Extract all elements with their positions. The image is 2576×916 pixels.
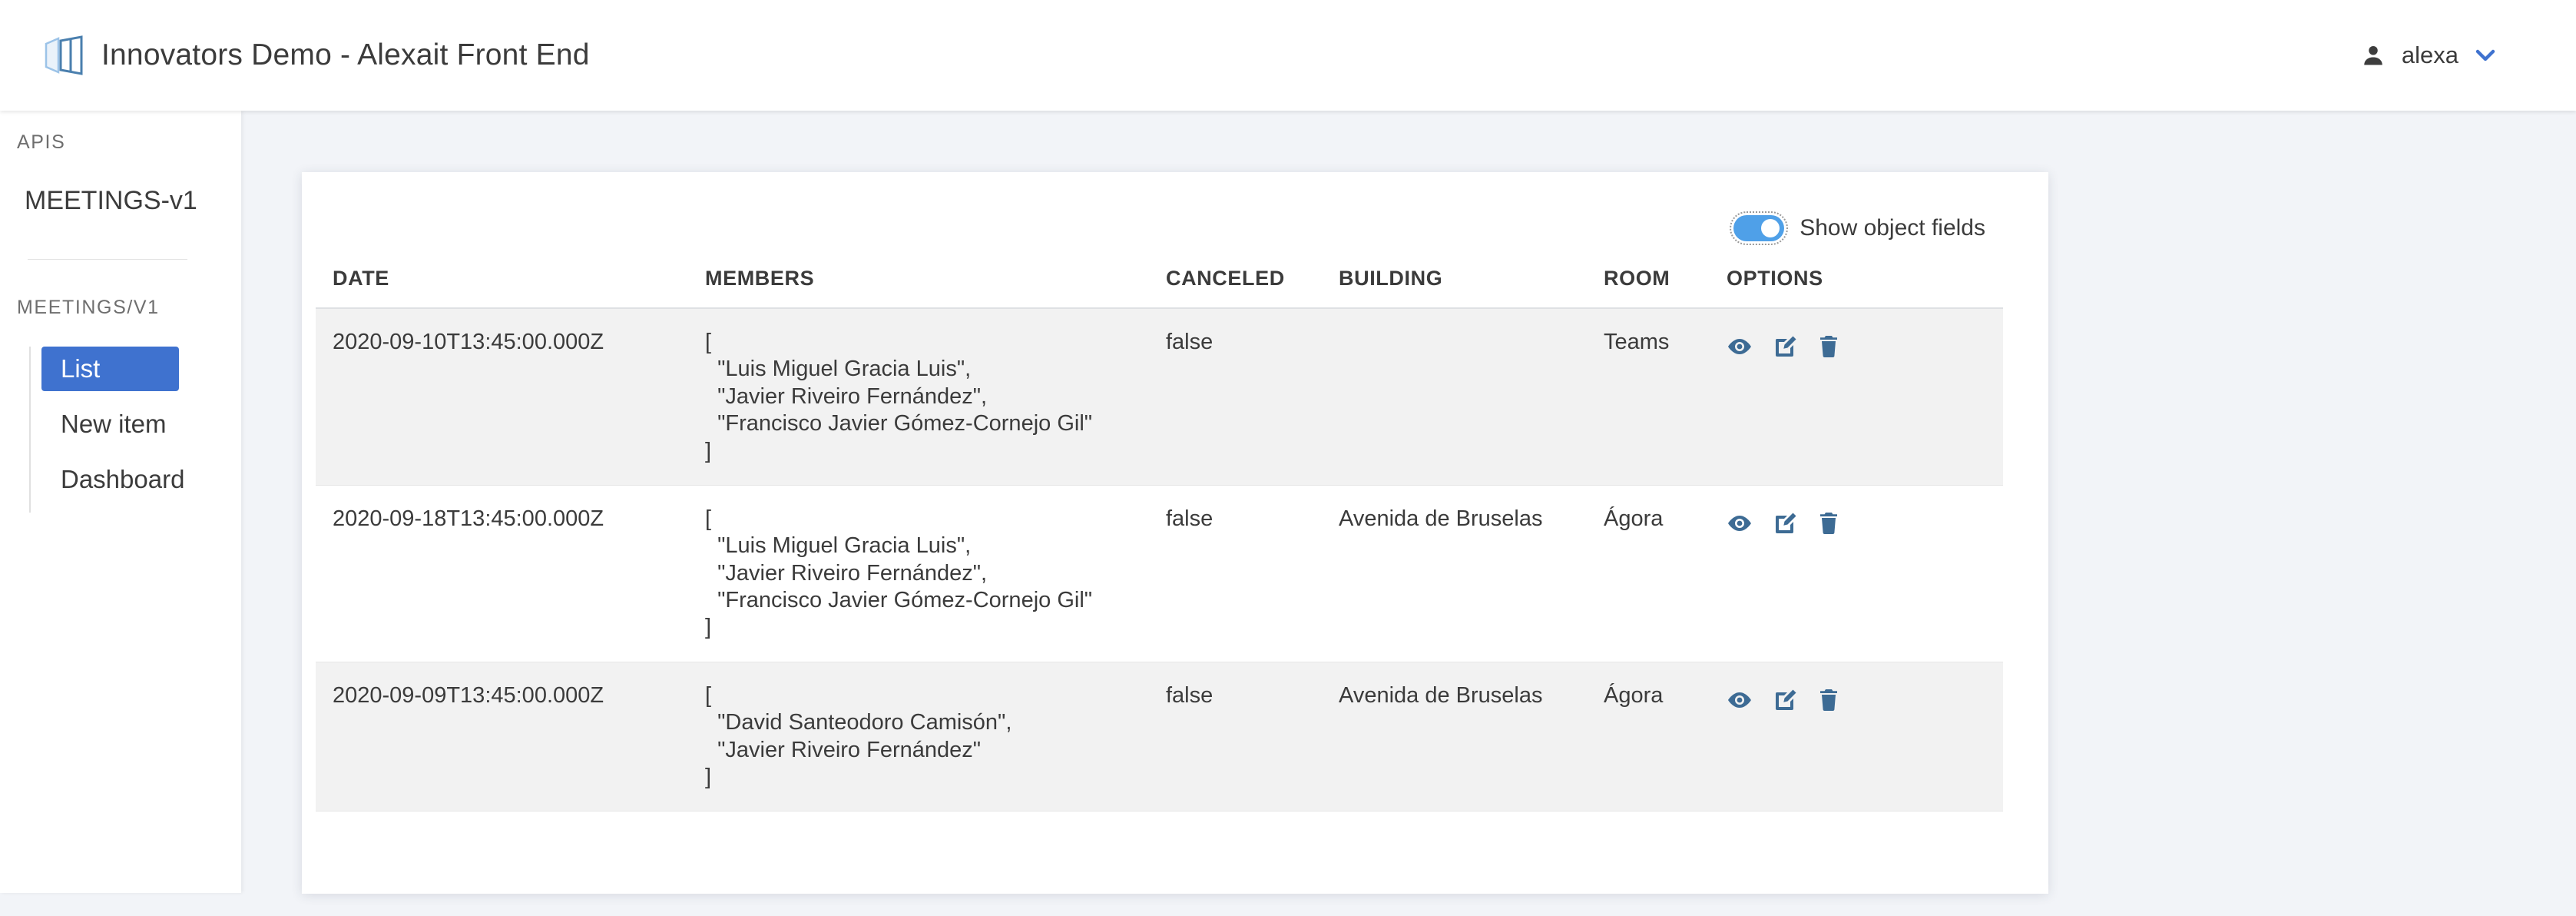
trash-icon (1820, 689, 1837, 711)
chevron-down-icon[interactable] (2475, 48, 2495, 62)
table-row: 2020-09-18T13:45:00.000Z [ "Luis Miguel … (316, 485, 2003, 662)
cell-building: Avenida de Bruselas (1339, 662, 1604, 812)
cell-building: Avenida de Bruselas (1339, 485, 1604, 662)
list-card: Show object fields DATE MEMBERS CANCELED… (302, 172, 2048, 894)
cell-members: [ "Luis Miguel Gracia Luis", "Javier Riv… (705, 485, 1166, 662)
cell-room: Ágora (1604, 662, 1727, 812)
show-object-fields-toggle[interactable] (1730, 211, 1789, 245)
view-button[interactable] (1727, 337, 1753, 356)
cell-options (1727, 662, 2003, 812)
view-button[interactable] (1727, 514, 1753, 533)
members-json: [ "Luis Miguel Gracia Luis", "Javier Riv… (705, 506, 1093, 640)
cell-date: 2020-09-10T13:45:00.000Z (316, 308, 705, 486)
table-row: 2020-09-10T13:45:00.000Z [ "Luis Miguel … (316, 308, 2003, 486)
column-header-options: OPTIONS (1727, 267, 2003, 309)
sidebar-item-new-item[interactable]: New item (41, 402, 167, 446)
meetings-table: DATE MEMBERS CANCELED BUILDING ROOM OPTI… (316, 267, 2003, 812)
eye-icon (1728, 339, 1751, 354)
table-header-row: DATE MEMBERS CANCELED BUILDING ROOM OPTI… (316, 267, 2003, 309)
edit-pencil-icon (1775, 513, 1796, 533)
column-header-members[interactable]: MEMBERS (705, 267, 1166, 309)
column-header-canceled[interactable]: CANCELED (1166, 267, 1339, 309)
sidebar-section-apis-label: APIS (17, 131, 66, 153)
cell-options (1727, 485, 2003, 662)
edit-button[interactable] (1774, 335, 1797, 358)
sidebar: APIS MEETINGS-v1 MEETINGS/V1 List New it… (0, 111, 241, 893)
eye-icon (1728, 692, 1751, 708)
delete-button[interactable] (1819, 689, 1839, 712)
main-content: Show object fields DATE MEMBERS CANCELED… (241, 111, 2576, 916)
user-name: alexa (2401, 41, 2458, 68)
toggle-knob (1761, 219, 1780, 237)
row-actions (1727, 506, 1995, 535)
sidebar-item-dashboard[interactable]: Dashboard (41, 457, 184, 502)
app-header: Innovators Demo - Alexait Front End alex… (0, 0, 2576, 111)
cell-options (1727, 308, 2003, 486)
cell-canceled: false (1166, 485, 1339, 662)
table-body: 2020-09-10T13:45:00.000Z [ "Luis Miguel … (316, 308, 2003, 812)
sidebar-item-list[interactable]: List (41, 347, 179, 391)
trash-icon (1820, 336, 1837, 358)
cell-date: 2020-09-09T13:45:00.000Z (316, 662, 705, 812)
cell-room: Ágora (1604, 485, 1727, 662)
brand: Innovators Demo - Alexait Front End (0, 35, 590, 76)
cell-room: Teams (1604, 308, 1727, 486)
members-json: [ "David Santeodoro Camisón", "Javier Ri… (705, 682, 1012, 789)
cell-building (1339, 308, 1604, 486)
person-icon (2362, 44, 2385, 67)
table-row: 2020-09-09T13:45:00.000Z [ "David Santeo… (316, 662, 2003, 812)
delete-button[interactable] (1819, 512, 1839, 535)
members-json: [ "Luis Miguel Gracia Luis", "Javier Riv… (705, 330, 1093, 463)
user-menu[interactable]: alexa (2362, 41, 2576, 69)
delete-button[interactable] (1819, 335, 1839, 358)
row-actions (1727, 329, 1995, 358)
column-header-room[interactable]: ROOM (1604, 267, 1727, 309)
table-head: DATE MEMBERS CANCELED BUILDING ROOM OPTI… (316, 267, 2003, 309)
sidebar-item-meetings-v1[interactable]: MEETINGS-v1 (0, 186, 241, 216)
show-object-fields-label: Show object fields (1800, 215, 1985, 241)
table-container: DATE MEMBERS CANCELED BUILDING ROOM OPTI… (302, 241, 2048, 812)
page-title: Innovators Demo - Alexait Front End (101, 38, 590, 71)
edit-button[interactable] (1774, 512, 1797, 535)
sidebar-group-label: MEETINGS/V1 (17, 297, 160, 318)
column-header-date[interactable]: DATE (316, 267, 705, 309)
edit-pencil-icon (1775, 336, 1796, 357)
edit-button[interactable] (1774, 689, 1797, 712)
sidebar-tree: List New item Dashboard (29, 347, 241, 513)
cell-canceled: false (1166, 308, 1339, 486)
panels-logo-icon (41, 35, 86, 76)
cell-date: 2020-09-18T13:45:00.000Z (316, 485, 705, 662)
row-actions (1727, 682, 1995, 712)
edit-pencil-icon (1775, 689, 1796, 710)
app-root: Innovators Demo - Alexait Front End alex… (0, 0, 2576, 916)
card-toolbar: Show object fields (302, 172, 2048, 245)
column-header-building[interactable]: BUILDING (1339, 267, 1604, 309)
cell-canceled: false (1166, 662, 1339, 812)
sidebar-divider (28, 259, 187, 260)
cell-members: [ "David Santeodoro Camisón", "Javier Ri… (705, 662, 1166, 812)
view-button[interactable] (1727, 691, 1753, 709)
cell-members: [ "Luis Miguel Gracia Luis", "Javier Riv… (705, 308, 1166, 486)
trash-icon (1820, 512, 1837, 534)
eye-icon (1728, 515, 1751, 531)
